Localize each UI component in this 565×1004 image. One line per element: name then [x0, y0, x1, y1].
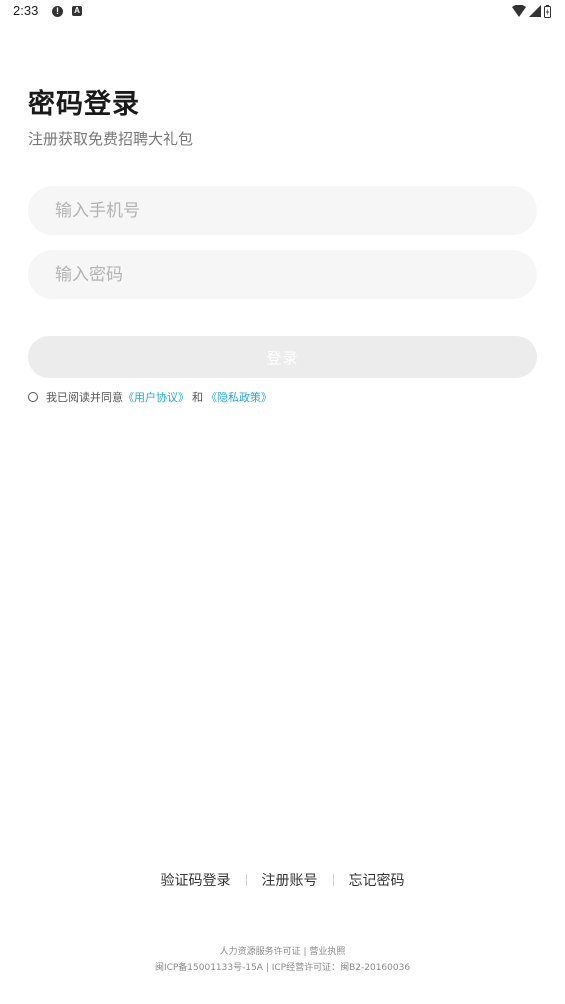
agreement-row: 我已阅读并同意 《用户协议》 和 《隐私政策》: [28, 389, 272, 405]
agree-radio[interactable]: [28, 392, 38, 402]
wifi-icon: [512, 5, 526, 17]
signal-icon: [529, 5, 541, 17]
bottom-links: 验证码登录 注册账号 忘记密码: [0, 870, 565, 890]
page-title: 密码登录: [28, 89, 140, 120]
alert-icon: !: [52, 6, 63, 17]
user-agreement-link[interactable]: 《用户协议》: [123, 389, 189, 405]
status-bar: 2:33 ! A: [0, 0, 565, 24]
phone-input[interactable]: [28, 186, 537, 235]
password-input[interactable]: [28, 250, 537, 299]
privacy-policy-link[interactable]: 《隐私政策》: [206, 389, 272, 405]
register-link[interactable]: 注册账号: [247, 870, 333, 890]
status-icons: [512, 4, 551, 18]
page-subtitle: 注册获取免费招聘大礼包: [28, 130, 194, 148]
battery-icon: [544, 4, 551, 18]
sms-login-link[interactable]: 验证码登录: [146, 870, 246, 890]
login-button[interactable]: 登录: [28, 336, 537, 378]
a-icon: A: [72, 6, 82, 16]
agreement-prefix: 我已阅读并同意: [46, 391, 123, 404]
footer-icp-line: 闽ICP备15001133号-15A | ICP经营许可证：闽B2-201600…: [154, 963, 411, 973]
footer-license-line[interactable]: 人力资源服务许可证 | 营业执照: [0, 944, 565, 960]
footer: 人力资源服务许可证 | 营业执照 闽ICP备15001133号-15A | IC…: [0, 944, 565, 976]
status-time: 2:33: [13, 3, 39, 18]
agreement-and: 和: [192, 391, 203, 404]
forgot-password-link[interactable]: 忘记密码: [334, 870, 420, 890]
